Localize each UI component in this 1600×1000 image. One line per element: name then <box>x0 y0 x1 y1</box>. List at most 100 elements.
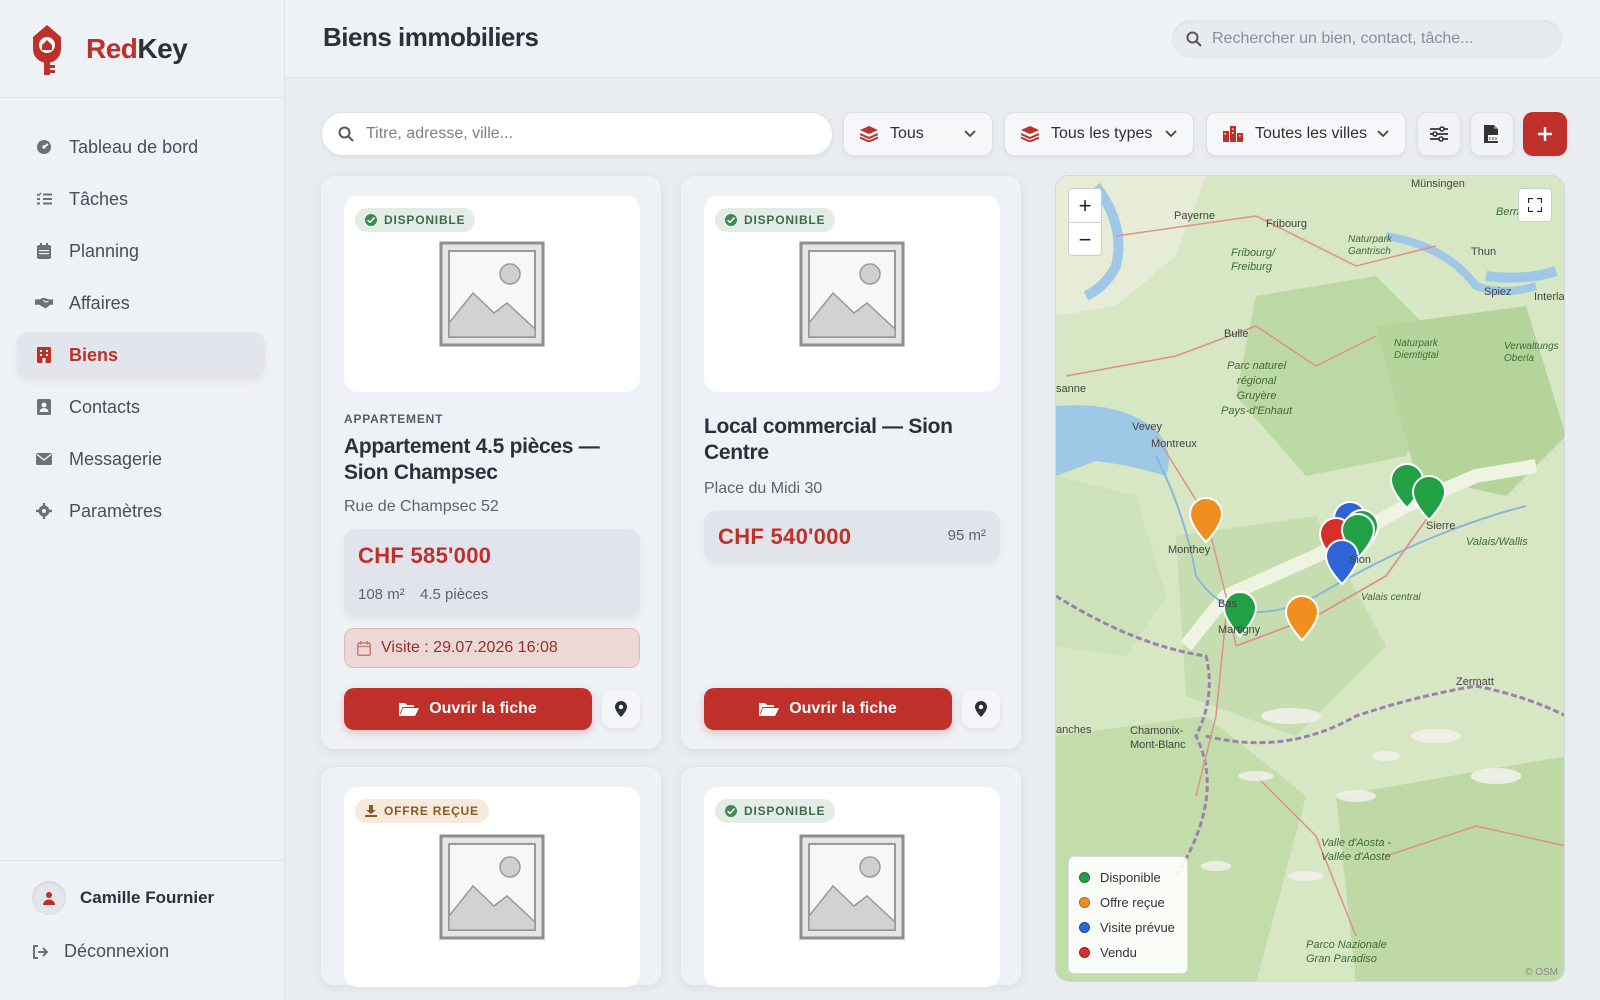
property-thumbnail[interactable]: OFFRE REÇUE <box>344 787 640 987</box>
sidebar-item-label: Messagerie <box>69 448 163 469</box>
map-label: Martigny <box>1218 624 1261 636</box>
open-property-button[interactable]: Ouvrir la fiche <box>344 688 592 730</box>
open-property-button[interactable]: Ouvrir la fiche <box>704 688 952 730</box>
fullscreen-button[interactable] <box>1518 188 1552 222</box>
map-label: Fribourg/ Freiburg <box>1231 247 1276 273</box>
legend-label: Disponible <box>1100 870 1161 885</box>
property-card: DISPONIBLE Local commercial — Sion Centr… <box>680 175 1022 750</box>
property-price: CHF 540'000 <box>718 524 852 549</box>
calendar-icon <box>357 640 371 656</box>
city-filter-select[interactable]: Toutes les villes <box>1206 112 1406 156</box>
map-label: Montreux <box>1151 438 1197 450</box>
global-search-placeholder: Rechercher un bien, contact, tâche... <box>1212 30 1474 47</box>
property-search-input[interactable]: Titre, adresse, ville... <box>321 112 833 156</box>
sidebar-item-label: Tableau de bord <box>69 136 199 157</box>
legend-label: Visite prévue <box>1100 920 1175 935</box>
status-badge: DISPONIBLE <box>355 208 476 232</box>
logout-button[interactable]: Déconnexion <box>32 941 285 962</box>
zoom-out-button[interactable]: − <box>1069 223 1101 257</box>
user-icon <box>43 892 55 905</box>
status-filter-select[interactable]: Tous <box>843 112 993 156</box>
sidebar-item-label: Contacts <box>69 396 141 417</box>
folder-open-icon <box>399 702 420 716</box>
brand[interactable]: RedKey <box>0 0 284 98</box>
sliders-icon <box>1430 126 1448 142</box>
map-label: Valais/Wallis <box>1466 536 1528 548</box>
global-search-input[interactable]: Rechercher un bien, contact, tâche... <box>1172 20 1562 58</box>
folder-open-icon <box>759 702 780 716</box>
sidebar-footer: Camille Fournier Déconnexion <box>0 860 285 962</box>
legend-item: Disponible <box>1079 865 1177 890</box>
search-icon <box>338 126 354 142</box>
map-label: Monthey <box>1168 544 1211 556</box>
logout-label: Déconnexion <box>64 941 170 961</box>
top-header: Biens immobiliers Rechercher un bien, co… <box>285 0 1600 78</box>
open-property-label: Ouvrir la fiche <box>789 700 897 717</box>
export-csv-button[interactable]: csv <box>1470 112 1514 156</box>
legend-item: Offre reçue <box>1079 890 1177 915</box>
sidebar-item-tasks[interactable]: Tâches <box>17 176 265 222</box>
sidebar-item-parametres[interactable]: Paramètres <box>17 488 265 534</box>
property-title: Appartement 4.5 pièces — Sion Champsec <box>344 435 600 484</box>
property-card: DISPONIBLE <box>680 766 1022 987</box>
contact-card-icon <box>35 398 53 416</box>
status-badge-label: DISPONIBLE <box>744 213 826 227</box>
map-label: Fribourg <box>1266 218 1307 230</box>
sidebar-item-messagerie[interactable]: Messagerie <box>17 436 265 482</box>
property-thumbnail[interactable]: DISPONIBLE <box>344 196 640 392</box>
map-label: Payerne <box>1174 210 1215 222</box>
map-label: Naturpark Gantrisch <box>1348 234 1392 257</box>
city-icon <box>1223 126 1243 142</box>
map-legend: Disponible Offre reçue Visite prévue Ven… <box>1068 856 1188 974</box>
map-label: Münsingen <box>1411 178 1465 190</box>
map-label: Parc naturel régional Gruyère Pays-d'Enh… <box>1221 360 1293 417</box>
sidebar-item-affaires[interactable]: Affaires <box>17 280 265 326</box>
map-label: Vevey <box>1132 421 1162 433</box>
map-label: Valle d'Aosta - Vallée d'Aoste <box>1321 837 1392 863</box>
property-thumbnail[interactable]: DISPONIBLE <box>704 787 1000 987</box>
chevron-down-icon <box>964 130 976 138</box>
type-filter-value: Tous les types <box>1051 125 1153 142</box>
status-badge-label: OFFRE REÇUE <box>384 804 479 818</box>
image-placeholder-icon <box>799 834 905 940</box>
legend-label: Vendu <box>1100 945 1137 960</box>
sidebar-item-biens[interactable]: Biens <box>17 332 265 378</box>
map-pin-icon <box>615 701 627 717</box>
image-placeholder-icon <box>439 241 545 347</box>
legend-item: Visite prévue <box>1079 915 1177 940</box>
map-label: Valais central <box>1361 592 1421 603</box>
map-label: Chamonix- Mont-Blanc <box>1130 725 1186 751</box>
advanced-filters-button[interactable] <box>1417 112 1461 156</box>
building-icon <box>35 346 53 364</box>
type-filter-select[interactable]: Tous les types <box>1004 112 1194 156</box>
user-name: Camille Fournier <box>80 888 215 907</box>
sidebar: RedKey Tableau de bord Tâches Planning A… <box>0 0 285 1000</box>
visit-datetime: Visite : 29.07.2026 16:08 <box>381 639 558 656</box>
sidebar-item-label: Paramètres <box>69 500 163 521</box>
map-attribution[interactable]: © OSM <box>1525 967 1558 978</box>
layers-icon <box>1021 126 1039 142</box>
show-on-map-button[interactable] <box>962 690 1000 728</box>
user-profile[interactable]: Camille Fournier <box>32 881 285 915</box>
property-thumbnail[interactable]: DISPONIBLE <box>704 196 1000 392</box>
map-zoom-control: + − <box>1068 188 1102 256</box>
sidebar-item-label: Biens <box>69 344 119 365</box>
add-property-button[interactable] <box>1523 112 1567 156</box>
legend-dot <box>1079 872 1090 883</box>
map-label: Sion <box>1349 554 1372 566</box>
map-label: anches <box>1056 724 1092 736</box>
property-address: Place du Midi 30 <box>704 480 823 497</box>
status-badge: DISPONIBLE <box>715 799 836 823</box>
show-on-map-button[interactable] <box>602 690 640 728</box>
map-label: Sierre <box>1426 520 1456 532</box>
legend-dot <box>1079 922 1090 933</box>
properties-map[interactable]: Münsingen Bern/Berne Payerne Fribourg Fr… <box>1055 175 1565 982</box>
chevron-down-icon <box>1165 130 1177 138</box>
fullscreen-icon <box>1528 198 1542 212</box>
zoom-in-button[interactable]: + <box>1069 189 1101 223</box>
sidebar-item-contacts[interactable]: Contacts <box>17 384 265 430</box>
sidebar-item-dashboard[interactable]: Tableau de bord <box>17 124 265 170</box>
sidebar-item-planning[interactable]: Planning <box>17 228 265 274</box>
property-search-placeholder: Titre, adresse, ville... <box>366 125 514 142</box>
gear-icon <box>35 502 53 520</box>
